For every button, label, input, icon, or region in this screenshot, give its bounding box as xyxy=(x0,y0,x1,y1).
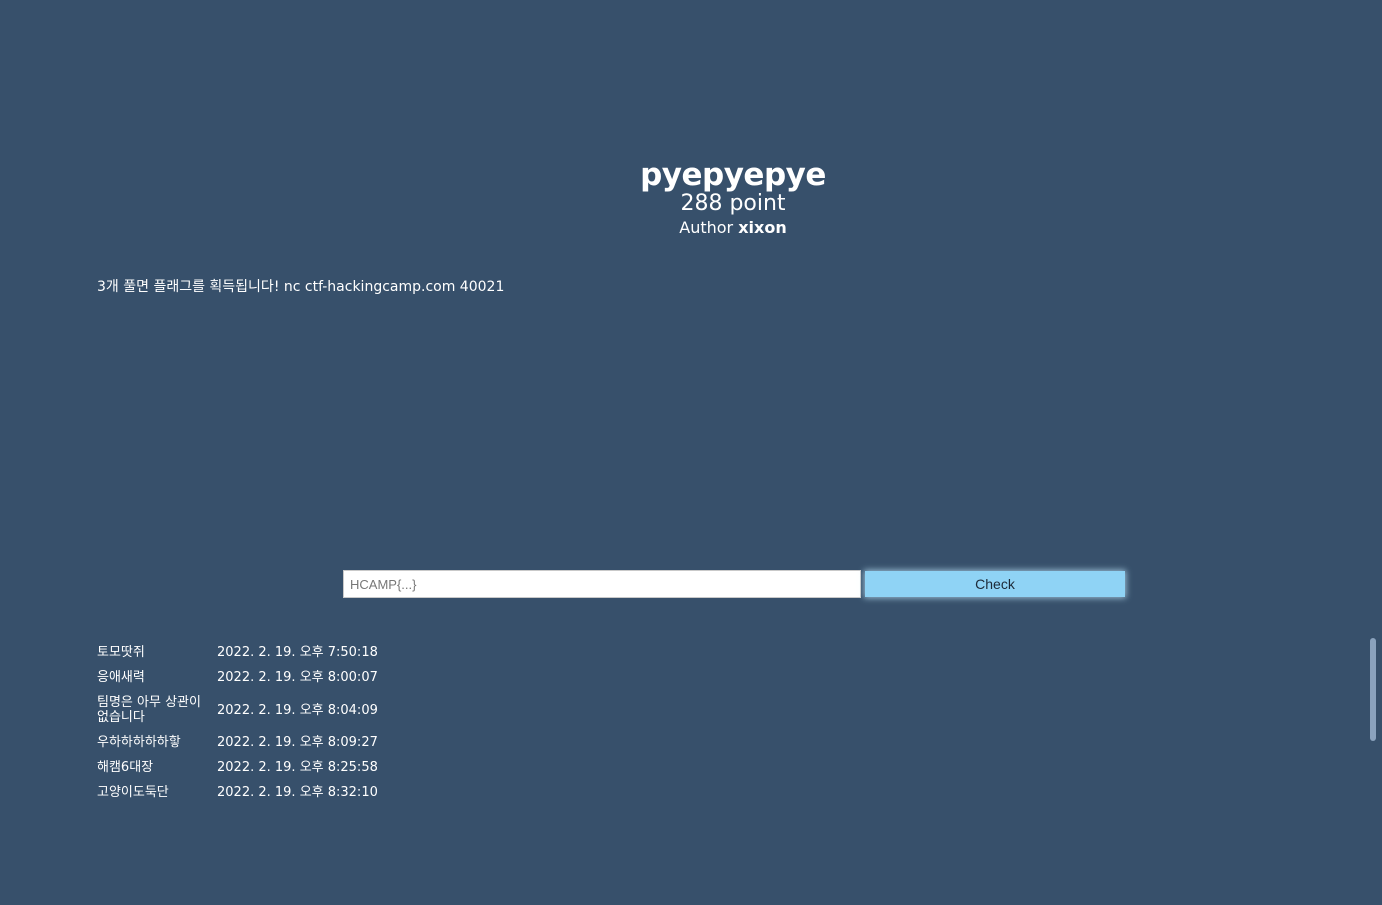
table-row: 팀명은 아무 상관이 없습니다 2022. 2. 19. 오후 8:04:09 xyxy=(97,690,378,730)
solvers-table: 토모땃쥐 2022. 2. 19. 오후 7:50:18 응애새력 2022. … xyxy=(97,640,378,805)
table-row: 응애새력 2022. 2. 19. 오후 8:00:07 xyxy=(97,665,378,690)
flag-input[interactable] xyxy=(343,570,861,598)
challenge-title: pyepyepye xyxy=(640,157,826,193)
table-row: 고양이도둑단 2022. 2. 19. 오후 8:32:10 xyxy=(97,780,378,805)
table-row: 토모땃쥐 2022. 2. 19. 오후 7:50:18 xyxy=(97,640,378,665)
vertical-scrollbar[interactable] xyxy=(1370,638,1376,741)
solve-time: 2022. 2. 19. 오후 8:09:27 xyxy=(217,735,378,750)
author-label: Author xyxy=(679,218,734,237)
table-row: 해캠6대장 2022. 2. 19. 오후 8:25:58 xyxy=(97,755,378,780)
solve-time: 2022. 2. 19. 오후 8:00:07 xyxy=(217,670,378,685)
solve-time: 2022. 2. 19. 오후 8:32:10 xyxy=(217,785,378,800)
flag-form: Check xyxy=(343,570,1125,598)
solver-team: 우하하하하하핳 xyxy=(97,735,181,750)
solver-team: 팀명은 아무 상관이 없습니다 xyxy=(97,695,201,725)
solver-team: 토모땃쥐 xyxy=(97,645,145,660)
solve-time: 2022. 2. 19. 오후 8:25:58 xyxy=(217,760,378,775)
check-button[interactable]: Check xyxy=(865,571,1125,597)
challenge-description: 3개 풀면 플래그를 획득됩니다! nc ctf-hackingcamp.com… xyxy=(97,279,505,295)
table-row: 우하하하하하핳 2022. 2. 19. 오후 8:09:27 xyxy=(97,730,378,755)
solver-team: 해캠6대장 xyxy=(97,760,154,775)
solver-team: 고양이도둑단 xyxy=(97,785,169,800)
solver-team: 응애새력 xyxy=(97,670,145,685)
challenge-header: pyepyepye 288 point Author xixon xyxy=(0,155,1382,239)
solve-time: 2022. 2. 19. 오후 8:04:09 xyxy=(217,702,378,718)
challenge-page: pyepyepye 288 point Author xixon 3개 풀면 플… xyxy=(0,0,1382,905)
solve-time: 2022. 2. 19. 오후 7:50:18 xyxy=(217,645,378,660)
challenge-author: Author xixon xyxy=(0,217,1382,239)
challenge-points: 288 point xyxy=(680,191,786,216)
author-name: xixon xyxy=(738,218,787,237)
